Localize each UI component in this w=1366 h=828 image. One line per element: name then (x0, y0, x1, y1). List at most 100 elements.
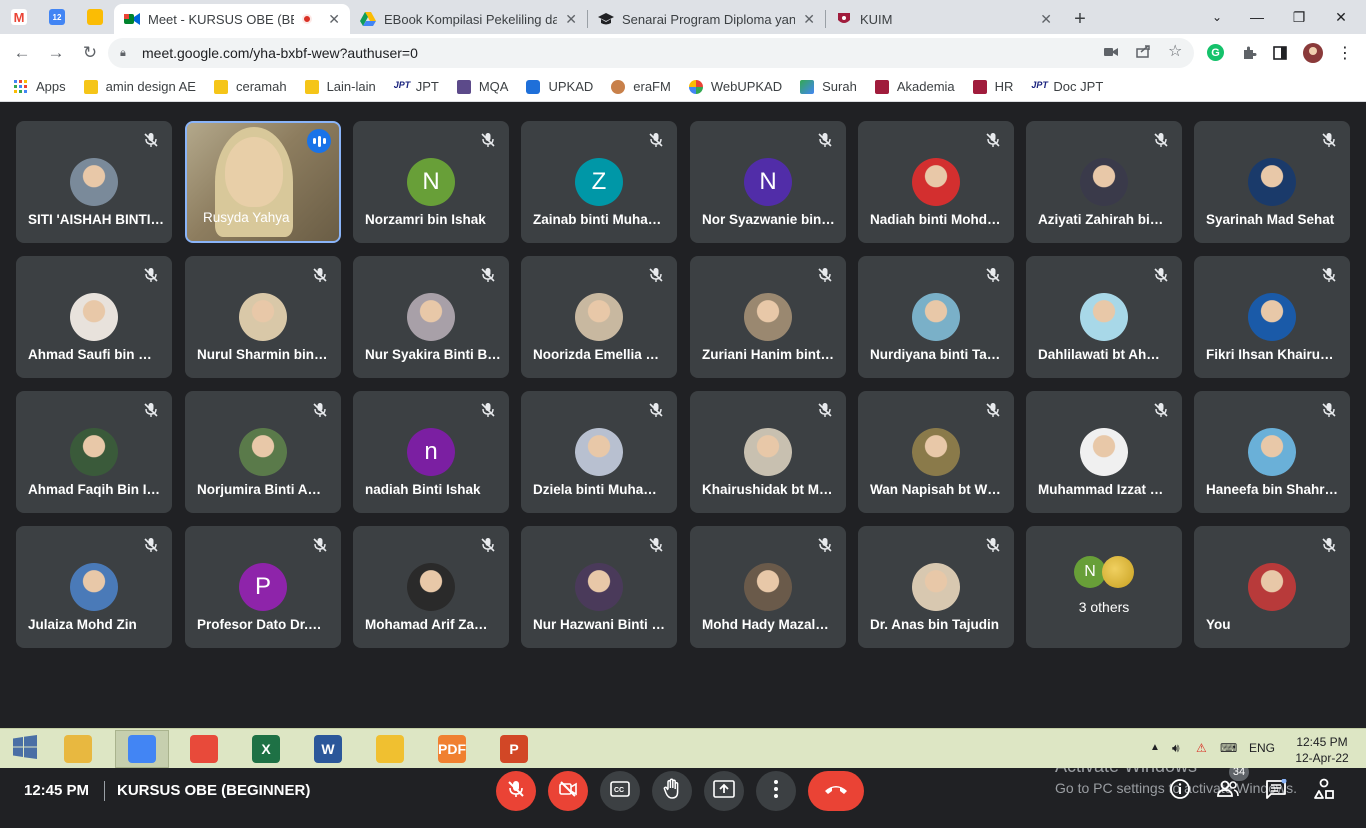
participant-tile[interactable]: Haneefa bin Shahr… (1194, 391, 1350, 513)
taskbar-word[interactable]: W (301, 730, 355, 768)
side-panel-icon[interactable] (1271, 44, 1289, 62)
participant-tile[interactable]: Julaiza Mohd Zin (16, 526, 172, 648)
participant-tile[interactable]: Nur Syakira Binti B… (353, 256, 509, 378)
raise-hand-button[interactable] (652, 771, 692, 811)
leave-call-button[interactable] (808, 771, 864, 811)
participant-tile[interactable]: You (1194, 526, 1350, 648)
taskbar-chrome[interactable] (115, 730, 169, 768)
mic-off-button[interactable] (496, 771, 536, 811)
participant-tile[interactable]: Fikri Ihsan Khairu… (1194, 256, 1350, 378)
taskbar-app-colorful[interactable] (363, 730, 417, 768)
present-button[interactable] (704, 771, 744, 811)
tab-meet[interactable]: Meet - KURSUS OBE (BEGI ✕ (114, 4, 350, 34)
bookmark-erafm[interactable]: eraFM (611, 79, 671, 94)
close-tab-icon[interactable]: ✕ (1040, 11, 1052, 28)
participant-tile[interactable]: Norjumira Binti A… (185, 391, 341, 513)
activities-button[interactable] (1312, 778, 1336, 803)
participant-tile[interactable]: Dr. Anas bin Tajudin (858, 526, 1014, 648)
participant-tile[interactable]: P Profesor Dato Dr.… (185, 526, 341, 648)
chat-button[interactable] (1264, 778, 1288, 803)
captions-button[interactable]: CC (600, 771, 640, 811)
bookmark-webupkad[interactable]: WebUPKAD (688, 79, 782, 94)
taskbar-pdf-app[interactable]: PDF (425, 730, 479, 768)
minimize-icon[interactable]: ― (1238, 0, 1276, 34)
participant-tile[interactable]: Dahlilawati bt Ah… (1026, 256, 1182, 378)
bookmark-amin-design[interactable]: amin design AE (83, 79, 196, 94)
pinned-tab-keep[interactable] (76, 0, 114, 34)
participant-tile[interactable]: Nurul Sharmin bin… (185, 256, 341, 378)
bookmark-mqa[interactable]: MQA (456, 79, 508, 94)
bookmark-hr[interactable]: HR (972, 79, 1013, 94)
taskbar-app-red[interactable] (177, 730, 231, 768)
participant-tile[interactable]: Ahmad Faqih Bin I… (16, 391, 172, 513)
system-clock[interactable]: 12:45 PM 12-Apr-22 (1292, 734, 1352, 766)
participant-tile[interactable]: Ahmad Saufi bin … (16, 256, 172, 378)
tab-senarai[interactable]: Senarai Program Diploma yang ✕ (588, 4, 825, 34)
bookmark-ceramah[interactable]: ceramah (213, 79, 287, 94)
network-warning-icon[interactable]: ⚠ (1196, 741, 1207, 755)
close-window-icon[interactable]: ✕ (1322, 0, 1360, 34)
camera-indicator-icon[interactable] (1104, 45, 1118, 60)
pinned-tab-gmail[interactable]: M (0, 0, 38, 34)
pinned-tab-calendar[interactable]: 12 (38, 0, 76, 34)
participant-tile-speaking[interactable]: Rusyda Yahya (185, 121, 341, 243)
extensions-puzzle-icon[interactable] (1240, 44, 1258, 62)
participant-tile[interactable]: Dziela binti Muha… (521, 391, 677, 513)
participant-tile[interactable]: N Norzamri bin Ishak (353, 121, 509, 243)
mic-muted-icon (1320, 536, 1338, 554)
language-indicator[interactable]: ENG (1249, 741, 1275, 755)
show-hidden-icons-icon[interactable]: ▲ (1150, 742, 1160, 753)
bookmark-surah[interactable]: Surah (800, 79, 857, 94)
browser-menu-icon[interactable]: ⋮ (1336, 44, 1354, 62)
volume-icon[interactable]: 🔊︎ (1172, 741, 1180, 756)
participant-tile[interactable]: Khairushidak bt M… (690, 391, 846, 513)
participant-tile[interactable]: Wan Napisah bt W… (858, 391, 1014, 513)
participant-tile[interactable]: Z Zainab binti Muha… (521, 121, 677, 243)
bookmark-star-icon[interactable]: ☆ (1168, 41, 1182, 61)
taskbar-file-explorer[interactable] (51, 730, 105, 768)
bookmark-apps[interactable]: Apps (14, 79, 66, 94)
participant-tile[interactable]: Syarinah Mad Sehat (1194, 121, 1350, 243)
forward-arrow-icon[interactable]: → (40, 37, 72, 69)
bookmark-doc-jpt[interactable]: JPT Doc JPT (1031, 79, 1103, 94)
tab-ebook[interactable]: EBook Kompilasi Pekeliling dan ✕ (350, 4, 587, 34)
participant-tile[interactable]: Nurdiyana binti Ta… (858, 256, 1014, 378)
participant-tile[interactable]: Muhammad Izzat … (1026, 391, 1182, 513)
participant-tile[interactable]: n nadiah Binti Ishak (353, 391, 509, 513)
participant-tile[interactable]: Nur Hazwani Binti … (521, 526, 677, 648)
address-bar[interactable]: 🔒︎ meet.google.com/yha-bxbf-wew?authuser… (108, 38, 1194, 68)
participant-tile[interactable]: Noorizda Emellia … (521, 256, 677, 378)
share-icon[interactable] (1136, 44, 1151, 61)
participant-tile-others[interactable]: N 3 others (1026, 526, 1182, 648)
tab-search-icon[interactable]: ⌄ (1198, 0, 1236, 34)
grammarly-extension-icon[interactable]: G (1207, 44, 1224, 61)
input-indicator-icon[interactable]: ⌨ (1220, 741, 1237, 755)
participant-tile[interactable]: Zuriani Hanim bint… (690, 256, 846, 378)
bookmark-akademia[interactable]: Akademia (874, 79, 955, 94)
bookmark-lain-lain[interactable]: Lain-lain (304, 79, 376, 94)
reload-icon[interactable]: ↻ (74, 37, 106, 69)
participant-tile[interactable]: N Nor Syazwanie bin… (690, 121, 846, 243)
close-tab-icon[interactable]: ✕ (328, 11, 340, 28)
taskbar-powerpoint[interactable]: P (487, 730, 541, 768)
people-button[interactable] (1216, 779, 1240, 803)
more-options-button[interactable] (756, 771, 796, 811)
back-arrow-icon[interactable]: ← (6, 37, 38, 69)
camera-off-button[interactable] (548, 771, 588, 811)
participant-tile[interactable]: Nadiah binti Mohd… (858, 121, 1014, 243)
participant-tile[interactable]: SITI 'AISHAH BINTI… (16, 121, 172, 243)
taskbar-excel[interactable]: X (239, 730, 293, 768)
tab-kuim[interactable]: KUIM ✕ (826, 4, 1062, 34)
bookmark-upkad[interactable]: UPKAD (526, 79, 593, 94)
participant-tile[interactable]: Mohd Hady Mazal… (690, 526, 846, 648)
profile-avatar[interactable] (1303, 43, 1323, 63)
bookmark-jpt[interactable]: JPT JPT (394, 79, 439, 94)
close-tab-icon[interactable]: ✕ (565, 11, 577, 28)
new-tab-button[interactable]: + (1062, 4, 1098, 34)
meeting-info-button[interactable] (1168, 778, 1192, 803)
start-button[interactable] (0, 730, 50, 768)
participant-tile[interactable]: Mohamad Arif Za… (353, 526, 509, 648)
restore-icon[interactable]: ❐ (1280, 0, 1318, 34)
close-tab-icon[interactable]: ✕ (803, 11, 815, 28)
participant-tile[interactable]: Aziyati Zahirah bi… (1026, 121, 1182, 243)
